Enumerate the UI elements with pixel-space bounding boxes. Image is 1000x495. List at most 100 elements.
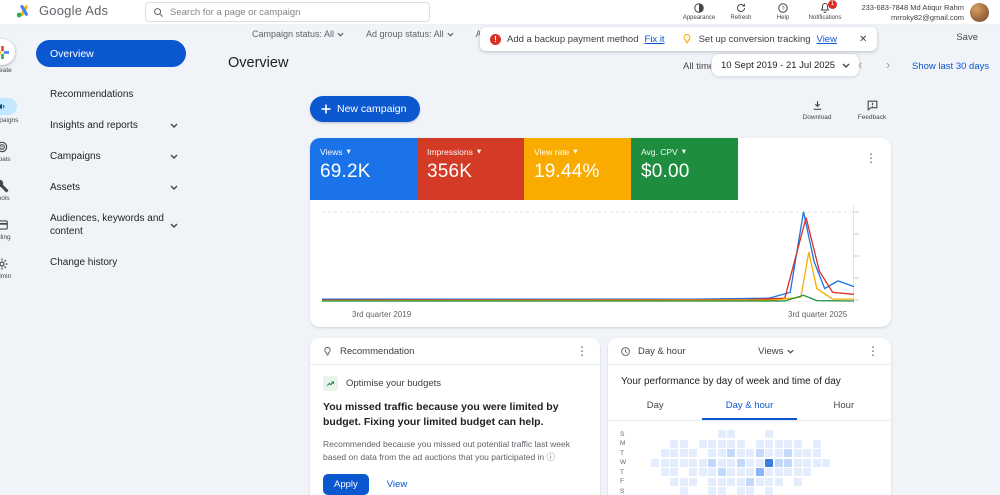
heatmap-cell [708, 459, 716, 467]
heatmap-cell [718, 440, 726, 448]
heatmap-cell [661, 478, 669, 486]
heatmap-cell [718, 468, 726, 476]
heatmap-cell [756, 468, 764, 476]
rail-item-admin[interactable]: Admin [0, 257, 11, 280]
heatmap-cell [765, 468, 773, 476]
heatmap-cell [784, 487, 792, 495]
refresh-button[interactable]: Refresh [720, 2, 762, 21]
tab-hour[interactable]: Hour [797, 394, 891, 420]
apply-button[interactable]: Apply [323, 474, 369, 495]
heatmap-cell [746, 459, 754, 467]
appearance-button[interactable]: Appearance [678, 2, 720, 21]
rail-item-create[interactable]: Create [0, 39, 15, 74]
rail-item-billing[interactable]: Billing [0, 218, 11, 241]
metric-selector-value: Views [758, 346, 783, 357]
scorecard-view-rate[interactable]: View rate▾ 19.44% [524, 138, 631, 200]
heatmap-cell [718, 487, 726, 495]
scorecard-avg-cpv[interactable]: Avg. CPV▾ $0.00 [631, 138, 738, 200]
heatmap-cell [832, 468, 840, 476]
fix-it-link[interactable]: Fix it [645, 34, 665, 45]
tab-day-and-hour[interactable]: Day & hour [702, 394, 796, 420]
heatmap-cell [841, 468, 849, 476]
heatmap-cell [737, 430, 745, 438]
heatmap-cell [756, 487, 764, 495]
date-next-button[interactable]: › [886, 56, 890, 74]
heatmap-cell [851, 459, 859, 467]
google-ads-logo[interactable]: Google Ads [16, 3, 108, 18]
show-last-30-days-link[interactable]: Show last 30 days [912, 61, 989, 72]
heatmap-cell [727, 478, 735, 486]
card-menu-kebab-icon[interactable]: ⋮ [576, 345, 588, 357]
rail-item-campaigns[interactable]: Campaigns [0, 98, 18, 124]
sidebar-item-campaigns[interactable]: Campaigns [36, 141, 186, 172]
heatmap-cell [775, 449, 783, 457]
rail-label: Tools [0, 195, 10, 202]
heatmap-cell [832, 440, 840, 448]
save-button[interactable]: Save [956, 32, 978, 43]
filter-chip-campaign-status[interactable]: Campaign status: All [252, 29, 344, 39]
heatmap-row: W [620, 459, 879, 467]
rail-item-tools[interactable]: Tools [0, 179, 10, 202]
notifications-button[interactable]: 1 Notifications [804, 2, 846, 21]
sidebar-item-recommendations[interactable]: Recommendations [36, 79, 186, 110]
info-icon[interactable]: ⓘ [547, 452, 556, 462]
feedback-button[interactable]: Feedback [852, 99, 892, 121]
scorecard-views[interactable]: Views▾ 69.2K [310, 138, 417, 200]
scorecard-impressions[interactable]: Impressions▾ 356K [417, 138, 524, 200]
chevron-down-icon: ▾ [347, 146, 351, 157]
plus-icon [321, 104, 331, 114]
heatmap-day-label: F [620, 478, 632, 485]
heatmap-day-label: W [620, 459, 632, 466]
search-bar[interactable] [145, 2, 430, 22]
close-icon[interactable]: ✕ [859, 34, 867, 45]
performance-chart [322, 206, 854, 302]
date-prev-button[interactable]: ‹ [858, 56, 862, 74]
heatmap-cell [708, 478, 716, 486]
heatmap-cell [832, 430, 840, 438]
view-button[interactable]: View [387, 479, 407, 490]
card-menu-kebab-icon[interactable]: ⋮ [865, 152, 877, 164]
heatmap-cell [737, 440, 745, 448]
download-button[interactable]: Download [797, 99, 837, 121]
metric-selector[interactable]: Views [758, 346, 794, 357]
sidebar-item-audiences-keywords-content[interactable]: Audiences, keywords and content [36, 203, 186, 247]
heatmap-cell [632, 487, 640, 495]
chevron-down-icon [447, 32, 454, 37]
heatmap-cell [737, 468, 745, 476]
new-campaign-button[interactable]: New campaign [310, 96, 420, 122]
heatmap-cell [775, 478, 783, 486]
sidebar-item-assets[interactable]: Assets [36, 172, 186, 203]
appearance-label: Appearance [683, 15, 715, 21]
account-info[interactable]: 233-683-7848 Md Atiqur Rahm mrroky82@gma… [852, 3, 964, 23]
sidebar-item-overview[interactable]: Overview [36, 40, 186, 67]
conversion-view-link[interactable]: View [817, 34, 837, 45]
tab-day[interactable]: Day [608, 394, 702, 420]
heatmap-cell [784, 468, 792, 476]
topbar-actions: Appearance Refresh ? Help 1 [678, 2, 846, 21]
date-range-picker[interactable]: 10 Sept 2019 - 21 Jul 2025 [711, 53, 860, 77]
heatmap-cell [670, 468, 678, 476]
heatmap-cell [718, 478, 726, 486]
filter-chip-adgroup-status[interactable]: Ad group status: All [366, 29, 454, 39]
filter-bar: Campaign status: All Ad group status: Al… [252, 29, 511, 39]
sidebar-item-insights-and-reports[interactable]: Insights and reports [36, 110, 186, 141]
lightbulb-icon [322, 346, 333, 357]
sidebar-item-change-history[interactable]: Change history [36, 247, 186, 278]
scorecard-strip: Views▾ 69.2K Impressions▾ 356K View rate… [310, 138, 891, 200]
heatmap-cell [794, 468, 802, 476]
rail-item-goals[interactable]: Goals [0, 140, 10, 163]
heatmap-cell [813, 430, 821, 438]
download-icon [811, 99, 824, 112]
heatmap-cell [756, 449, 764, 457]
trending-up-icon [323, 376, 338, 391]
card-menu-kebab-icon[interactable]: ⋮ [867, 345, 879, 357]
avatar[interactable] [970, 3, 989, 22]
help-button[interactable]: ? Help [762, 2, 804, 21]
heatmap-cell [803, 430, 811, 438]
chip-label: Campaign status: All [252, 29, 334, 39]
feedback-label: Feedback [858, 114, 887, 121]
heatmap-cell [737, 459, 745, 467]
heatmap-cell [699, 440, 707, 448]
search-input[interactable] [170, 7, 422, 18]
navigation-rail: Create Campaigns Goals [0, 25, 34, 495]
